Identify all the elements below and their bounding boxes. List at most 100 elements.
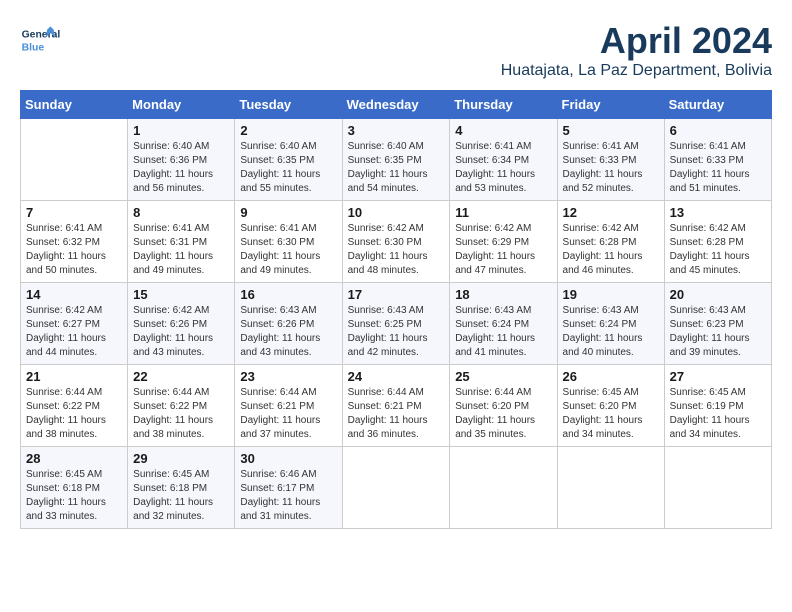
calendar-cell — [450, 447, 557, 529]
day-info: Sunrise: 6:44 AMSunset: 6:22 PMDaylight:… — [133, 387, 213, 440]
column-header-sunday: Sunday — [21, 91, 128, 119]
day-info: Sunrise: 6:43 AMSunset: 6:23 PMDaylight:… — [670, 305, 750, 358]
day-info: Sunrise: 6:44 AMSunset: 6:22 PMDaylight:… — [26, 387, 106, 440]
calendar-cell: 12 Sunrise: 6:42 AMSunset: 6:28 PMDaylig… — [557, 201, 664, 283]
day-info: Sunrise: 6:44 AMSunset: 6:20 PMDaylight:… — [455, 387, 535, 440]
day-number: 18 — [455, 287, 551, 302]
day-info: Sunrise: 6:45 AMSunset: 6:18 PMDaylight:… — [26, 469, 106, 522]
day-number: 2 — [240, 123, 336, 138]
day-info: Sunrise: 6:41 AMSunset: 6:33 PMDaylight:… — [563, 141, 643, 194]
day-info: Sunrise: 6:43 AMSunset: 6:26 PMDaylight:… — [240, 305, 320, 358]
calendar-cell — [21, 119, 128, 201]
day-info: Sunrise: 6:41 AMSunset: 6:33 PMDaylight:… — [670, 141, 750, 194]
column-header-tuesday: Tuesday — [235, 91, 342, 119]
day-info: Sunrise: 6:41 AMSunset: 6:34 PMDaylight:… — [455, 141, 535, 194]
calendar-cell: 13 Sunrise: 6:42 AMSunset: 6:28 PMDaylig… — [664, 201, 771, 283]
day-info: Sunrise: 6:45 AMSunset: 6:18 PMDaylight:… — [133, 469, 213, 522]
day-info: Sunrise: 6:40 AMSunset: 6:35 PMDaylight:… — [348, 141, 428, 194]
day-number: 6 — [670, 123, 766, 138]
day-number: 11 — [455, 205, 551, 220]
calendar-cell: 20 Sunrise: 6:43 AMSunset: 6:23 PMDaylig… — [664, 283, 771, 365]
column-header-wednesday: Wednesday — [342, 91, 450, 119]
day-number: 27 — [670, 369, 766, 384]
day-number: 20 — [670, 287, 766, 302]
day-info: Sunrise: 6:44 AMSunset: 6:21 PMDaylight:… — [348, 387, 428, 440]
day-info: Sunrise: 6:42 AMSunset: 6:29 PMDaylight:… — [455, 223, 535, 276]
day-number: 22 — [133, 369, 229, 384]
calendar-cell: 23 Sunrise: 6:44 AMSunset: 6:21 PMDaylig… — [235, 365, 342, 447]
day-info: Sunrise: 6:46 AMSunset: 6:17 PMDaylight:… — [240, 469, 320, 522]
calendar-cell: 10 Sunrise: 6:42 AMSunset: 6:30 PMDaylig… — [342, 201, 450, 283]
calendar-week-row: 7 Sunrise: 6:41 AMSunset: 6:32 PMDayligh… — [21, 201, 772, 283]
day-number: 14 — [26, 287, 122, 302]
calendar-cell: 2 Sunrise: 6:40 AMSunset: 6:35 PMDayligh… — [235, 119, 342, 201]
day-number: 21 — [26, 369, 122, 384]
column-header-thursday: Thursday — [450, 91, 557, 119]
calendar-week-row: 21 Sunrise: 6:44 AMSunset: 6:22 PMDaylig… — [21, 365, 772, 447]
day-number: 24 — [348, 369, 445, 384]
calendar-cell: 11 Sunrise: 6:42 AMSunset: 6:29 PMDaylig… — [450, 201, 557, 283]
calendar-week-row: 14 Sunrise: 6:42 AMSunset: 6:27 PMDaylig… — [21, 283, 772, 365]
calendar-cell: 14 Sunrise: 6:42 AMSunset: 6:27 PMDaylig… — [21, 283, 128, 365]
location-title: Huatajata, La Paz Department, Bolivia — [501, 62, 772, 80]
calendar-cell: 6 Sunrise: 6:41 AMSunset: 6:33 PMDayligh… — [664, 119, 771, 201]
day-info: Sunrise: 6:45 AMSunset: 6:20 PMDaylight:… — [563, 387, 643, 440]
calendar-cell: 27 Sunrise: 6:45 AMSunset: 6:19 PMDaylig… — [664, 365, 771, 447]
calendar-cell: 30 Sunrise: 6:46 AMSunset: 6:17 PMDaylig… — [235, 447, 342, 529]
day-number: 9 — [240, 205, 336, 220]
logo: General Blue — [20, 20, 60, 60]
calendar-cell: 8 Sunrise: 6:41 AMSunset: 6:31 PMDayligh… — [128, 201, 235, 283]
day-number: 19 — [563, 287, 659, 302]
page-header: General Blue April 2024 Huatajata, La Pa… — [20, 20, 772, 80]
day-info: Sunrise: 6:41 AMSunset: 6:32 PMDaylight:… — [26, 223, 106, 276]
day-number: 13 — [670, 205, 766, 220]
day-number: 16 — [240, 287, 336, 302]
calendar-cell: 24 Sunrise: 6:44 AMSunset: 6:21 PMDaylig… — [342, 365, 450, 447]
calendar-cell: 26 Sunrise: 6:45 AMSunset: 6:20 PMDaylig… — [557, 365, 664, 447]
day-number: 1 — [133, 123, 229, 138]
calendar-cell: 17 Sunrise: 6:43 AMSunset: 6:25 PMDaylig… — [342, 283, 450, 365]
month-title: April 2024 — [501, 20, 772, 62]
calendar-cell: 25 Sunrise: 6:44 AMSunset: 6:20 PMDaylig… — [450, 365, 557, 447]
title-block: April 2024 Huatajata, La Paz Department,… — [501, 20, 772, 80]
day-info: Sunrise: 6:41 AMSunset: 6:31 PMDaylight:… — [133, 223, 213, 276]
calendar-cell: 3 Sunrise: 6:40 AMSunset: 6:35 PMDayligh… — [342, 119, 450, 201]
day-number: 8 — [133, 205, 229, 220]
calendar-table: SundayMondayTuesdayWednesdayThursdayFrid… — [20, 90, 772, 529]
calendar-cell: 4 Sunrise: 6:41 AMSunset: 6:34 PMDayligh… — [450, 119, 557, 201]
calendar-cell: 7 Sunrise: 6:41 AMSunset: 6:32 PMDayligh… — [21, 201, 128, 283]
logo-icon: General Blue — [20, 20, 60, 60]
day-number: 12 — [563, 205, 659, 220]
day-info: Sunrise: 6:42 AMSunset: 6:28 PMDaylight:… — [670, 223, 750, 276]
calendar-cell — [342, 447, 450, 529]
day-number: 23 — [240, 369, 336, 384]
day-number: 26 — [563, 369, 659, 384]
calendar-cell: 28 Sunrise: 6:45 AMSunset: 6:18 PMDaylig… — [21, 447, 128, 529]
day-info: Sunrise: 6:45 AMSunset: 6:19 PMDaylight:… — [670, 387, 750, 440]
day-number: 17 — [348, 287, 445, 302]
calendar-header-row: SundayMondayTuesdayWednesdayThursdayFrid… — [21, 91, 772, 119]
calendar-cell: 18 Sunrise: 6:43 AMSunset: 6:24 PMDaylig… — [450, 283, 557, 365]
day-number: 15 — [133, 287, 229, 302]
day-info: Sunrise: 6:43 AMSunset: 6:24 PMDaylight:… — [455, 305, 535, 358]
day-info: Sunrise: 6:43 AMSunset: 6:25 PMDaylight:… — [348, 305, 428, 358]
calendar-cell: 1 Sunrise: 6:40 AMSunset: 6:36 PMDayligh… — [128, 119, 235, 201]
day-info: Sunrise: 6:40 AMSunset: 6:35 PMDaylight:… — [240, 141, 320, 194]
day-info: Sunrise: 6:42 AMSunset: 6:28 PMDaylight:… — [563, 223, 643, 276]
column-header-saturday: Saturday — [664, 91, 771, 119]
day-number: 30 — [240, 451, 336, 466]
column-header-monday: Monday — [128, 91, 235, 119]
day-info: Sunrise: 6:44 AMSunset: 6:21 PMDaylight:… — [240, 387, 320, 440]
day-number: 7 — [26, 205, 122, 220]
calendar-cell: 5 Sunrise: 6:41 AMSunset: 6:33 PMDayligh… — [557, 119, 664, 201]
day-number: 25 — [455, 369, 551, 384]
day-info: Sunrise: 6:41 AMSunset: 6:30 PMDaylight:… — [240, 223, 320, 276]
day-number: 10 — [348, 205, 445, 220]
svg-text:Blue: Blue — [22, 42, 45, 53]
calendar-week-row: 1 Sunrise: 6:40 AMSunset: 6:36 PMDayligh… — [21, 119, 772, 201]
day-info: Sunrise: 6:40 AMSunset: 6:36 PMDaylight:… — [133, 141, 213, 194]
day-info: Sunrise: 6:42 AMSunset: 6:27 PMDaylight:… — [26, 305, 106, 358]
day-number: 4 — [455, 123, 551, 138]
calendar-cell: 22 Sunrise: 6:44 AMSunset: 6:22 PMDaylig… — [128, 365, 235, 447]
day-number: 29 — [133, 451, 229, 466]
